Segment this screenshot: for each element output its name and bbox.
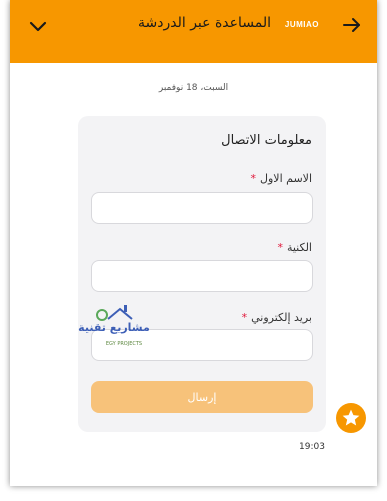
- last-name-label-text: الكنية: [286, 241, 312, 254]
- first-name-input[interactable]: [91, 192, 313, 224]
- email-label-text: بريد إلكتروني: [251, 311, 312, 324]
- form-title: معلومات الاتصال: [221, 133, 312, 148]
- contact-form-card: معلومات الاتصال الاسم الاول* الكنية* بري…: [78, 116, 326, 432]
- email-label: بريد إلكتروني*: [242, 311, 312, 324]
- star-icon: [342, 409, 360, 426]
- required-mark: *: [250, 172, 257, 185]
- chat-header: المساعدة عبر الدردشة JUMIAO: [10, 0, 377, 63]
- chat-window: المساعدة عبر الدردشة JUMIAO السبت، 18 نو…: [10, 0, 377, 486]
- watermark-text: مشاريع تقنية: [78, 321, 150, 334]
- page: المساعدة عبر الدردشة JUMIAO السبت، 18 نو…: [0, 0, 387, 501]
- first-name-label: الاسم الاول*: [251, 172, 313, 185]
- message-time: 19:03: [299, 442, 325, 452]
- brand-logo: JUMIAO: [284, 20, 319, 29]
- first-name-label-text: الاسم الاول: [260, 172, 312, 185]
- required-mark: *: [277, 241, 283, 254]
- rate-button[interactable]: [336, 403, 366, 433]
- watermark-subtext: EGY PROJECTS: [105, 341, 143, 347]
- watermark-logo: مشاريع تقنية EGY PROJECTS: [64, 303, 164, 357]
- chat-date: السبت، 18 نوفمبر: [158, 83, 229, 93]
- last-name-input[interactable]: [91, 260, 313, 292]
- send-button[interactable]: إرسال: [91, 381, 313, 413]
- header-title: المساعدة عبر الدردشة: [138, 15, 271, 31]
- arrow-right-icon[interactable]: [341, 14, 363, 36]
- chevron-down-icon[interactable]: [28, 16, 48, 36]
- required-mark: *: [241, 311, 248, 324]
- last-name-label: الكنية*: [277, 241, 312, 254]
